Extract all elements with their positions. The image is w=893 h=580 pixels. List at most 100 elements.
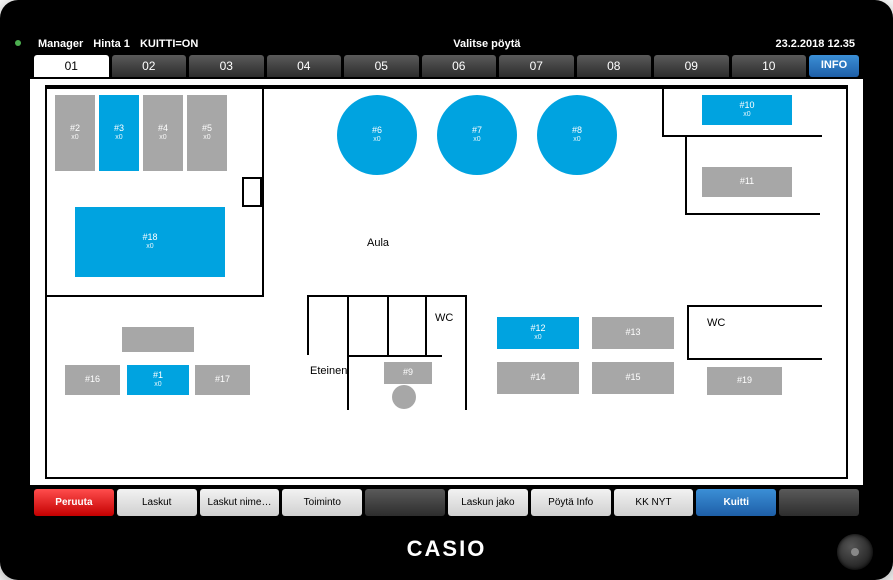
invoices-named-button[interactable]: Laskut nime…: [200, 489, 280, 516]
table-t8[interactable]: #8x0: [537, 95, 617, 175]
table-sub: x0: [159, 134, 166, 142]
table-sub: x0: [573, 136, 580, 144]
table-t9[interactable]: #9: [384, 362, 432, 384]
table-label: #9: [403, 368, 413, 378]
table-t2[interactable]: #2x0: [55, 95, 95, 171]
bottom-bar: Peruuta Laskut Laskut nime… Toiminto Las…: [30, 485, 863, 520]
wall: [687, 305, 822, 307]
table-t1[interactable]: #1x0: [127, 365, 189, 395]
tab-08[interactable]: 08: [577, 55, 652, 77]
table-label: #12: [530, 324, 545, 334]
wall: [465, 295, 467, 410]
cancel-button[interactable]: Peruuta: [34, 489, 114, 516]
power-knob[interactable]: [837, 534, 873, 570]
status-manager: Manager: [38, 38, 83, 50]
tab-05[interactable]: 05: [344, 55, 419, 77]
table-label: #11: [740, 177, 754, 187]
table-label: #10: [739, 101, 754, 111]
table-label: #15: [625, 373, 640, 383]
tab-02[interactable]: 02: [112, 55, 187, 77]
status-bar: Manager Hinta 1 KUITTI=ON Valitse pöytä …: [30, 35, 863, 53]
table-label: #18: [142, 233, 157, 243]
table-sub: x0: [154, 381, 161, 389]
tab-07[interactable]: 07: [499, 55, 574, 77]
table-label: #17: [215, 375, 230, 385]
table-t12[interactable]: #12x0: [497, 317, 579, 349]
wall: [662, 87, 664, 137]
wall: [47, 295, 262, 297]
table-t11[interactable]: #11: [702, 167, 792, 197]
tab-03[interactable]: 03: [189, 55, 264, 77]
wall: [685, 135, 687, 215]
table-t10[interactable]: #10x0: [702, 95, 792, 125]
table-label: #5: [202, 124, 212, 134]
table-t7[interactable]: #7x0: [437, 95, 517, 175]
table-t18[interactable]: #18x0: [75, 207, 225, 277]
label-eteinen: Eteinen: [310, 365, 347, 377]
table-t14[interactable]: #14: [497, 362, 579, 394]
device-frame: Manager Hinta 1 KUITTI=ON Valitse pöytä …: [0, 0, 893, 580]
wall: [47, 87, 846, 89]
table-sub: x0: [373, 136, 380, 144]
table-t17[interactable]: #17: [195, 365, 250, 395]
tab-06[interactable]: 06: [422, 55, 497, 77]
power-led: [15, 40, 21, 46]
table-sub: x0: [115, 134, 122, 142]
floor-plan: Aula WC WC Eteinen #2x0#3x0#4x0#5x0#6x0#…: [45, 85, 848, 479]
table-label: #6: [372, 126, 382, 136]
table-t19[interactable]: #19: [707, 367, 782, 395]
screen: Manager Hinta 1 KUITTI=ON Valitse pöytä …: [30, 35, 863, 520]
empty-button-1[interactable]: [365, 489, 445, 516]
tab-09[interactable]: 09: [654, 55, 729, 77]
table-t13[interactable]: #13: [592, 317, 674, 349]
table-t16[interactable]: #16: [65, 365, 120, 395]
action-button[interactable]: Toiminto: [282, 489, 362, 516]
invoices-button[interactable]: Laskut: [117, 489, 197, 516]
split-invoice-button[interactable]: Laskun jako: [448, 489, 528, 516]
round-stool: [392, 385, 416, 409]
table-label: #13: [625, 328, 640, 338]
kk-now-button[interactable]: KK NYT: [614, 489, 694, 516]
table-label: #7: [472, 126, 482, 136]
tab-01[interactable]: 01: [34, 55, 109, 77]
table-t6[interactable]: #6x0: [337, 95, 417, 175]
receipt-button[interactable]: Kuitti: [696, 489, 776, 516]
table-sub: x0: [743, 111, 750, 119]
wall: [347, 295, 349, 410]
table-label: #19: [737, 376, 752, 386]
table-t15[interactable]: #15: [592, 362, 674, 394]
table-t5[interactable]: #5x0: [187, 95, 227, 171]
page-title: Valitse pöytä: [198, 38, 775, 50]
table-label: #3: [114, 124, 124, 134]
label-aula: Aula: [367, 237, 389, 249]
table-label: #1: [153, 371, 163, 381]
wall: [307, 295, 309, 355]
tabs-row: 01 02 03 04 05 06 07 08 09 10 INFO: [30, 53, 863, 77]
table-t3[interactable]: #3x0: [99, 95, 139, 171]
table-label: #16: [85, 375, 100, 385]
status-receipt-mode: KUITTI=ON: [140, 38, 198, 50]
wall: [262, 87, 264, 297]
table-sub: x0: [534, 334, 541, 342]
table-info-button[interactable]: Pöytä Info: [531, 489, 611, 516]
wall: [687, 358, 822, 360]
status-left: Manager Hinta 1 KUITTI=ON: [38, 38, 198, 50]
info-button[interactable]: INFO: [809, 55, 859, 77]
table-sub: x0: [71, 134, 78, 142]
table-counter[interactable]: [122, 327, 194, 352]
tab-10[interactable]: 10: [732, 55, 807, 77]
table-label: #2: [70, 124, 80, 134]
table-label: #14: [530, 373, 545, 383]
label-wc1: WC: [435, 312, 453, 324]
tab-04[interactable]: 04: [267, 55, 342, 77]
floor-area: Aula WC WC Eteinen #2x0#3x0#4x0#5x0#6x0#…: [30, 77, 863, 485]
wall: [685, 213, 820, 215]
table-t4[interactable]: #4x0: [143, 95, 183, 171]
table-sub: x0: [203, 134, 210, 142]
empty-button-2[interactable]: [779, 489, 859, 516]
brand-logo: CASIO: [0, 536, 893, 562]
table-sub: x0: [146, 243, 153, 251]
wall: [387, 295, 389, 357]
wall: [242, 177, 262, 207]
status-datetime: 23.2.2018 12.35: [775, 38, 855, 50]
